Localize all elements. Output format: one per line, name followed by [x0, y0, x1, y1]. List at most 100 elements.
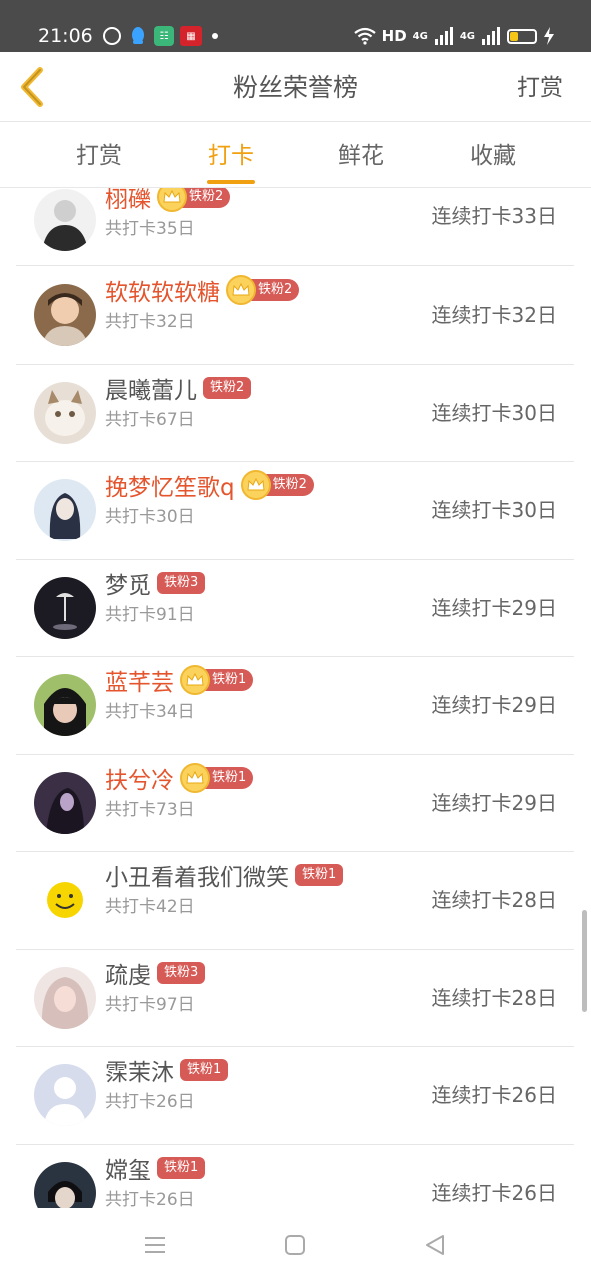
back-chevron-icon	[21, 67, 43, 107]
fan-level-badge: 铁粉3	[157, 961, 206, 984]
avatar[interactable]	[34, 189, 96, 251]
total-checkin-text: 共打卡32日	[105, 312, 195, 332]
user-name: 栩礫	[105, 188, 151, 213]
system-back-button[interactable]	[420, 1230, 450, 1260]
streak-checkin-text: 连续打卡33日	[431, 204, 557, 228]
list-item[interactable]: 扶兮冷 铁粉1 共打卡73日 连续打卡29日	[16, 755, 574, 852]
wifi-icon	[353, 27, 376, 45]
top-header: 粉丝荣誉榜 打赏	[0, 52, 591, 122]
avatar[interactable]	[34, 674, 96, 736]
avatar[interactable]	[34, 869, 96, 931]
status-system-icons: HD 4G 4G	[353, 24, 555, 48]
checkin-ranking-list[interactable]: 栩礫 铁粉2 共打卡35日 连续打卡33日 软软软软糖 铁粉2 共打卡32日 连…	[16, 188, 574, 1208]
user-name-line: 栩礫 铁粉2	[105, 188, 231, 214]
tab-flowers[interactable]: 鲜花	[316, 140, 406, 172]
menu-icon	[145, 1237, 165, 1253]
list-item[interactable]: 挽梦忆笙歌q 铁粉2 共打卡30日 连续打卡30日	[16, 462, 574, 560]
avatar[interactable]	[34, 381, 96, 444]
fan-level-badge: 铁粉1	[295, 864, 344, 886]
user-name: 扶兮冷	[105, 767, 174, 794]
fan-level-badge: 铁粉2	[203, 376, 252, 399]
menu-button[interactable]	[140, 1230, 170, 1260]
list-item[interactable]: 小丑看着我们微笑 铁粉1 共打卡42日 连续打卡28日	[16, 852, 574, 950]
avatar[interactable]	[34, 771, 96, 834]
battery-icon	[507, 28, 537, 44]
streak-checkin-text: 连续打卡30日	[431, 498, 557, 522]
total-checkin-text: 共打卡26日	[105, 1189, 195, 1209]
total-checkin-text: 共打卡42日	[105, 897, 195, 917]
list-item[interactable]: 软软软软糖 铁粉2 共打卡32日 连续打卡32日	[16, 267, 574, 365]
status-bar: 21:06 ☷ ▦ HD 4G 4G	[0, 0, 591, 52]
back-button[interactable]	[10, 64, 54, 110]
crown-icon	[157, 188, 187, 212]
user-name: 疏虔	[105, 962, 151, 989]
system-navigation-bar	[0, 1208, 591, 1280]
charging-icon	[544, 27, 554, 45]
list-item[interactable]: 蓝芊芸 铁粉1 共打卡34日 连续打卡29日	[16, 657, 574, 755]
total-checkin-text: 共打卡91日	[105, 604, 195, 625]
avatar[interactable]	[34, 966, 96, 1029]
tab-reward[interactable]: 打赏	[54, 140, 144, 172]
hd-label: HD	[381, 27, 407, 45]
streak-checkin-text: 连续打卡28日	[431, 985, 557, 1010]
status-notification-icons: ☷ ▦	[102, 24, 218, 48]
user-name-line: 蓝芊芸 铁粉1	[105, 663, 254, 697]
avatar[interactable]	[34, 1064, 96, 1126]
back-triangle-icon	[426, 1235, 444, 1255]
list-item[interactable]: 栩礫 铁粉2 共打卡35日 连续打卡33日	[16, 188, 574, 266]
list-item[interactable]: 晨曦蕾儿 铁粉2 共打卡67日 连续打卡30日	[16, 365, 574, 462]
streak-checkin-text: 连续打卡26日	[431, 1180, 557, 1205]
streak-checkin-text: 连续打卡30日	[431, 400, 557, 425]
avatar[interactable]	[34, 576, 96, 639]
user-name-line: 挽梦忆笙歌q 铁粉2	[105, 468, 314, 502]
crown-icon	[226, 275, 256, 305]
signal-icon	[482, 27, 500, 45]
streak-checkin-text: 连续打卡29日	[431, 693, 557, 717]
app-notification-icon: ▦	[180, 26, 202, 46]
fan-level-badge: 铁粉1	[180, 1059, 229, 1081]
signal-icon	[434, 27, 453, 45]
fan-level-badge: 铁粉1	[157, 1156, 206, 1179]
user-name-line: 嫦玺 铁粉1	[105, 1151, 206, 1185]
home-square-icon	[285, 1235, 305, 1255]
crown-icon	[180, 665, 210, 695]
user-name-line: 霂茉沐 铁粉1	[105, 1053, 229, 1087]
crown-icon	[180, 762, 210, 793]
fan-level-badge: 铁粉3	[157, 571, 206, 594]
streak-checkin-text: 连续打卡29日	[431, 790, 557, 815]
streak-checkin-text: 连续打卡28日	[431, 888, 557, 912]
avatar[interactable]	[34, 1161, 96, 1208]
list-item[interactable]: 疏虔 铁粉3 共打卡97日 连续打卡28日	[16, 950, 574, 1047]
list-scrollbar[interactable]	[582, 910, 587, 1012]
total-checkin-text: 共打卡34日	[105, 702, 195, 722]
total-checkin-text: 共打卡73日	[105, 799, 195, 820]
list-item[interactable]: 霂茉沐 铁粉1 共打卡26日 连续打卡26日	[16, 1047, 574, 1145]
active-tab-indicator	[207, 180, 255, 184]
user-name-line: 晨曦蕾儿 铁粉2	[105, 371, 252, 405]
streak-checkin-text: 连续打卡32日	[431, 303, 557, 327]
streak-checkin-text: 连续打卡26日	[431, 1083, 557, 1107]
user-name-line: 软软软软糖 铁粉2	[105, 273, 300, 307]
avatar[interactable]	[34, 479, 96, 541]
list-item[interactable]: 嫦玺 铁粉1 共打卡26日 连续打卡26日	[16, 1145, 574, 1209]
user-name: 小丑看着我们微笑	[105, 865, 289, 891]
user-name-line: 疏虔 铁粉3	[105, 956, 206, 990]
list-item[interactable]: 梦觅 铁粉3 共打卡91日 连续打卡29日	[16, 560, 574, 657]
user-name-line: 小丑看着我们微笑 铁粉1	[105, 858, 344, 892]
user-name: 蓝芊芸	[105, 670, 174, 696]
user-name-line: 扶兮冷 铁粉1	[105, 761, 254, 795]
total-checkin-text: 共打卡67日	[105, 409, 195, 430]
total-checkin-text: 共打卡30日	[105, 507, 195, 527]
tab-favorites[interactable]: 收藏	[448, 140, 538, 172]
network-type-label: 4G	[459, 30, 475, 42]
globe-icon	[102, 26, 122, 46]
total-checkin-text: 共打卡97日	[105, 994, 195, 1015]
user-name: 嫦玺	[105, 1157, 151, 1184]
network-type-label: 4G	[412, 30, 428, 42]
avatar[interactable]	[34, 284, 96, 346]
home-button[interactable]	[280, 1230, 310, 1260]
user-name: 挽梦忆笙歌q	[105, 475, 235, 501]
user-name-line: 梦觅 铁粉3	[105, 566, 206, 600]
tab-checkin[interactable]: 打卡	[186, 140, 276, 172]
reward-button[interactable]: 打赏	[517, 72, 563, 104]
